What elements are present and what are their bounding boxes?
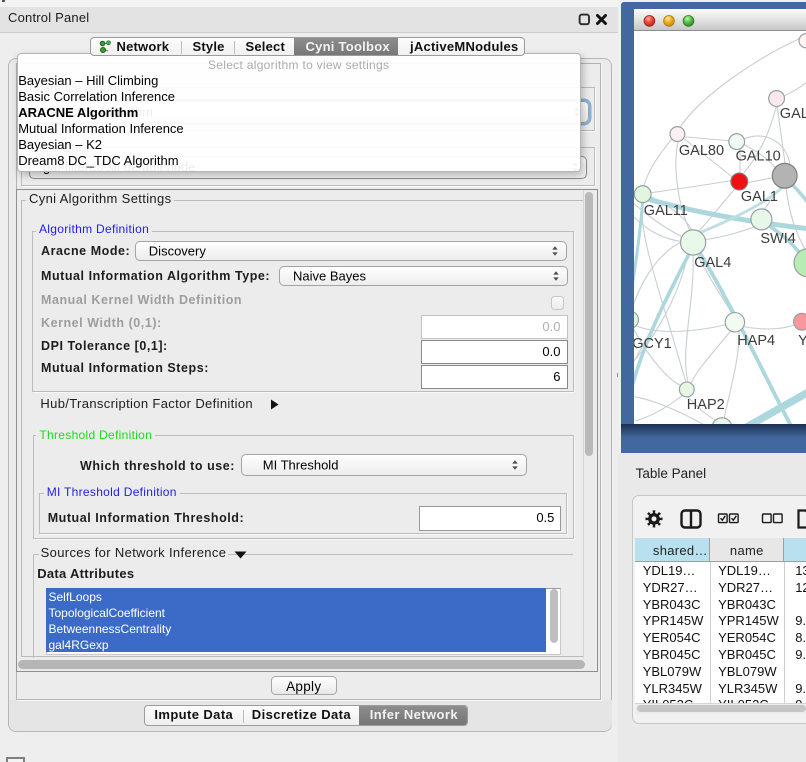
svg-text:GAL80: GAL80	[679, 142, 724, 158]
svg-text:GAL1: GAL1	[741, 188, 778, 204]
svg-text:HAP4: HAP4	[737, 332, 775, 348]
svg-text:SWI4: SWI4	[760, 230, 795, 246]
svg-text:GAL4: GAL4	[694, 254, 731, 270]
svg-text:GAL11: GAL11	[644, 202, 688, 218]
svg-text:YEL: YEL	[798, 332, 806, 348]
svg-text:HAP2: HAP2	[687, 396, 725, 412]
svg-text:GCY1: GCY1	[634, 335, 672, 351]
svg-text:GAL7: GAL7	[780, 105, 806, 121]
svg-text:GAL10: GAL10	[736, 148, 781, 164]
